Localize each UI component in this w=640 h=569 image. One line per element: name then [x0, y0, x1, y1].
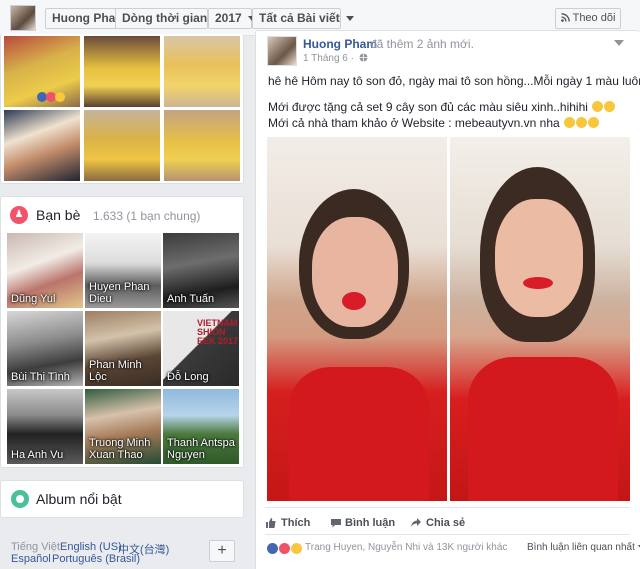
friend-name[interactable]: Ha Anh Vu [11, 449, 81, 461]
friend-name[interactable]: Anh Tuấn [167, 293, 237, 305]
post-photo[interactable] [450, 137, 630, 501]
rss-icon [560, 13, 570, 22]
post-timestamp[interactable]: 1 Tháng 6 · [303, 53, 368, 64]
post-photo[interactable] [267, 137, 447, 501]
post-filter-dropdown[interactable]: Tất cả Bài viết [252, 8, 354, 29]
album-icon [11, 490, 29, 508]
post-action-text: đã thêm 2 ảnh mới. [370, 37, 474, 51]
friend-tile[interactable]: Ha Anh Vu [7, 389, 83, 464]
shirt-shape [289, 367, 429, 501]
profile-name-button[interactable]: Huong Pham [45, 8, 126, 29]
friends-count: 1.633 (1 bạn chung) [93, 209, 201, 223]
friend-name[interactable]: Huyen Phan Dieu [89, 281, 159, 305]
follow-button[interactable]: Theo dõi [555, 8, 621, 29]
post-text-3: Mới cả nhà tham khảo ở Website : mebeaut… [268, 116, 560, 130]
post-text-line: Mới cả nhà tham khảo ở Website : mebeaut… [268, 116, 600, 130]
year-dropdown[interactable]: 2017 [208, 8, 256, 29]
friend-tile[interactable]: Huyen Phan Dieu [85, 233, 161, 308]
friend-name[interactable]: Bùi Thị Tình [11, 371, 81, 383]
friend-name[interactable]: Phan Minh Lộc [89, 359, 159, 383]
lips-shape [523, 277, 553, 289]
smile-emoji-icon [592, 101, 604, 112]
kiss-emoji-icon [576, 117, 588, 128]
friends-title[interactable]: Bạn bè [36, 207, 80, 223]
friend-name[interactable]: Dũng Yul [11, 293, 81, 305]
friend-tile[interactable]: Anh Tuấn [163, 233, 239, 308]
reactors-summary[interactable]: Trang Huyen, Nguyễn Nhi và 13K người khá… [305, 542, 507, 553]
photo-thumbnail[interactable] [84, 110, 160, 181]
divider [265, 534, 630, 535]
haha-reaction-icon[interactable] [291, 543, 302, 554]
language-link[interactable]: English (US) [60, 541, 122, 553]
photo-thumbnail[interactable] [164, 36, 240, 107]
friends-icon: ♟ [10, 206, 28, 224]
year-dropdown-label: 2017 [215, 11, 242, 25]
post-text-2: Mới được tặng cả set 9 cây son đủ các mà… [268, 100, 588, 114]
friend-tile[interactable]: VIETNAM SHION EEK 2017 Đỗ Long [163, 311, 239, 386]
photo-thumbnail[interactable] [84, 36, 160, 107]
friend-name[interactable]: Thanh Antspa Nguyen [167, 437, 237, 461]
post-text-line: hê hê Hôm nay tô son đỏ, ngày mai tô son… [268, 74, 640, 88]
post-filter-label: Tất cả Bài viết [259, 11, 340, 25]
follow-label: Theo dõi [572, 12, 616, 24]
like-icon [266, 518, 276, 528]
timeline-dropdown[interactable]: Dòng thời gian [115, 8, 222, 29]
current-language: Tiếng Việt [11, 541, 60, 553]
friend-tile[interactable]: Thanh Antspa Nguyen [163, 389, 239, 464]
language-link[interactable]: Português (Brasil) [52, 553, 140, 565]
friend-tile[interactable]: Dũng Yul [7, 233, 83, 308]
post-text-1: hê hê Hôm nay tô son đỏ, ngày mai tô son… [268, 74, 640, 88]
chevron-down-icon [345, 16, 354, 22]
share-icon [411, 518, 421, 527]
comment-button[interactable]: Bình luận [345, 517, 395, 529]
post-text-line: Mới được tặng cả set 9 cây son đủ các mà… [268, 100, 616, 114]
divider [265, 507, 630, 508]
photos-grid [3, 36, 243, 182]
globe-icon [359, 53, 368, 62]
poster-text: VIETNAM SHION EEK 2017 [197, 318, 239, 346]
lips-shape [342, 292, 366, 310]
friend-tile[interactable]: Bùi Thị Tình [7, 311, 83, 386]
comment-sort-label: Bình luận liên quan nhất [527, 542, 635, 553]
photo-thumbnail[interactable] [164, 110, 240, 181]
post-author-name[interactable]: Huong Pham [303, 37, 377, 51]
love-reaction-icon[interactable] [279, 543, 290, 554]
friend-tile[interactable]: Truong Minh Xuan Thao [85, 389, 161, 464]
like-reaction-icon[interactable] [267, 543, 278, 554]
post-author-avatar[interactable] [267, 36, 297, 66]
album-title[interactable]: Album nổi bật [36, 491, 122, 507]
grin-emoji-icon [604, 101, 616, 112]
post-options-chevron-icon[interactable] [614, 40, 624, 46]
language-link[interactable]: Español [11, 553, 51, 565]
kiss-emoji-icon [588, 117, 600, 128]
add-language-button[interactable]: + [209, 540, 235, 562]
friend-tile[interactable]: Phan Minh Lộc [85, 311, 161, 386]
post-timestamp-label: 1 Tháng 6 · [303, 53, 354, 64]
photo-thumbnail[interactable] [4, 110, 80, 181]
comment-sort-dropdown[interactable]: Bình luận liên quan nhất [527, 542, 640, 553]
face-shape [312, 217, 398, 327]
like-button[interactable]: Thích [281, 517, 310, 529]
wow-icon [55, 92, 65, 102]
profile-avatar[interactable] [10, 5, 36, 31]
kiss-emoji-icon [564, 117, 576, 128]
shirt-shape [468, 357, 618, 501]
friend-name[interactable]: Đỗ Long [167, 371, 237, 383]
share-button[interactable]: Chia sẻ [426, 517, 465, 529]
reaction-icons [37, 92, 67, 102]
comment-icon [331, 519, 341, 528]
timeline-dropdown-label: Dòng thời gian [122, 11, 208, 25]
friend-name[interactable]: Truong Minh Xuan Thao [89, 437, 159, 461]
face-shape [495, 199, 583, 317]
